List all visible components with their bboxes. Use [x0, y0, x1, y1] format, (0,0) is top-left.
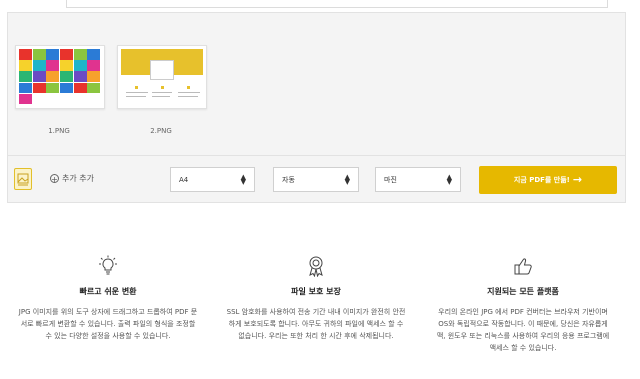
feature-title: 파일 보호 보장 — [291, 287, 341, 296]
upload-area-top — [66, 0, 608, 8]
image-file-icon — [17, 173, 29, 186]
file-name-2: 2.PNG — [150, 127, 172, 135]
up-down-caret-icon: ▲ ▼ — [446, 173, 452, 186]
file-name-1: 1.PNG — [48, 127, 70, 135]
arrow-right-icon: → — [572, 173, 583, 186]
feature-file-protection: 파일 보호 보장 SSL 암호화를 사용하여 전송 기간 내내 이미지가 완전히… — [226, 255, 406, 342]
feature-description: JPG 이미지를 위의 도구 상자에 드래그하고 드롭하여 PDF 문서로 빠르… — [18, 308, 198, 340]
margin-value: 마진 — [384, 176, 397, 184]
thumbs-up-icon — [514, 258, 532, 275]
convert-button[interactable]: 지금 PDF를 만듦! → — [479, 166, 617, 194]
lightbulb-icon — [99, 255, 117, 275]
feature-fast-conversion: 빠르고 쉬운 변환 JPG 이미지를 위의 도구 상자에 드래그하고 드롭하여 … — [18, 255, 198, 342]
file-thumbnail-1[interactable] — [15, 45, 105, 109]
feature-description: 우리의 온라인 JPG 에서 PDF 컨버터는 브라우저 기반이며 OS와 독립… — [436, 308, 610, 352]
plus-circle-icon: + — [50, 174, 59, 184]
up-down-caret-icon: ▲ ▼ — [240, 173, 246, 186]
file-thumbnail-2[interactable] — [117, 45, 207, 109]
orientation-value: 자동 — [282, 176, 295, 184]
thumbnail-image-1 — [19, 49, 101, 105]
add-more-label: 추가 추가 — [62, 174, 94, 183]
panel-divider — [8, 155, 625, 156]
margin-select[interactable]: 마진 ▲ ▼ — [375, 167, 461, 192]
page-size-select[interactable]: A4 ▲ ▼ — [170, 167, 255, 192]
up-down-caret-icon: ▲ ▼ — [344, 173, 350, 186]
feature-title: 빠르고 쉬운 변환 — [79, 287, 137, 296]
convert-button-label: 지금 PDF를 만듦! — [513, 176, 570, 184]
feature-title: 지원되는 모든 플랫폼 — [487, 287, 559, 296]
page-size-value: A4 — [179, 176, 189, 184]
feature-all-platforms: 지원되는 모든 플랫폼 우리의 온라인 JPG 에서 PDF 컨버터는 브라우저… — [433, 255, 613, 354]
add-more-button[interactable]: + 추가 추가 — [50, 173, 94, 184]
feature-description: SSL 암호화를 사용하여 전송 기간 내내 이미지가 완전히 안전하게 보호되… — [226, 308, 406, 340]
orientation-select[interactable]: 자동 ▲ ▼ — [273, 167, 359, 192]
award-ribbon-icon — [309, 256, 323, 277]
add-file-button[interactable] — [14, 168, 32, 190]
